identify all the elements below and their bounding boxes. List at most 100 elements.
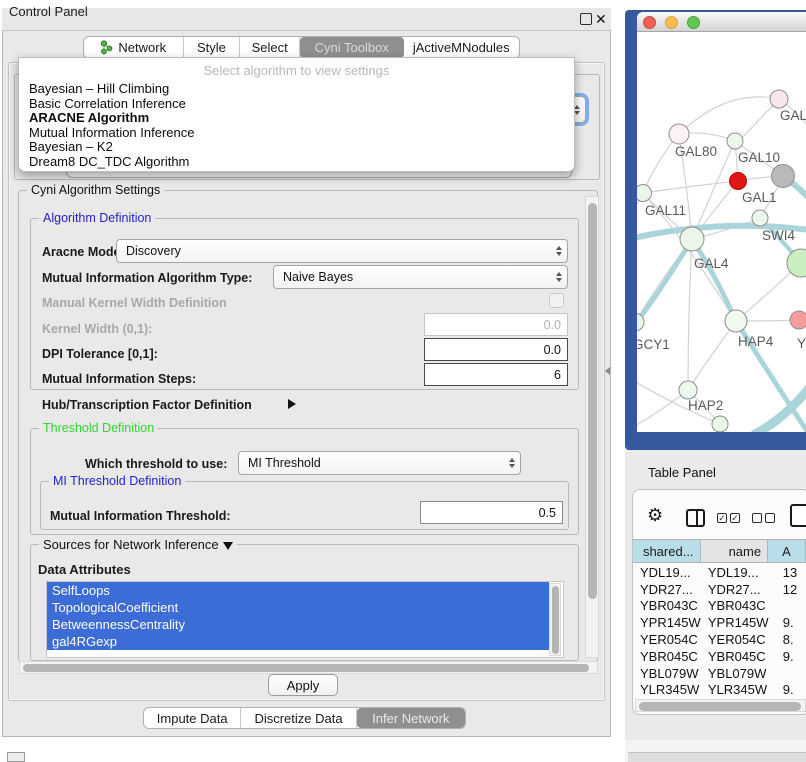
attributes-list-scrollbar[interactable] bbox=[549, 583, 561, 656]
mi-threshold-field[interactable]: 0.5 bbox=[420, 501, 563, 524]
attribute-item[interactable]: gal4RGexp bbox=[47, 633, 549, 650]
table-row[interactable]: YER054CYER054C8. bbox=[633, 631, 806, 648]
network-node[interactable] bbox=[712, 416, 728, 432]
dropdown-item-dream8-dc-tdc-algorithm[interactable]: Dream8 DC_TDC Algorithm bbox=[19, 155, 574, 170]
expand-right-icon[interactable] bbox=[288, 399, 296, 409]
close-traffic-light-icon[interactable] bbox=[643, 16, 656, 29]
dropdown-item-bayesian-hill-climbing[interactable]: Bayesian – Hill Climbing bbox=[19, 82, 574, 97]
combo-arrows-icon bbox=[556, 246, 562, 256]
deselect-all-icon[interactable] bbox=[752, 513, 775, 523]
table-cell: YBL079W bbox=[633, 666, 701, 681]
network-node-gal10[interactable] bbox=[727, 133, 743, 149]
network-node-label: GAL8 bbox=[780, 108, 806, 123]
table-cell: YPR145W bbox=[633, 615, 701, 630]
settings-vertical-scrollbar[interactable] bbox=[585, 196, 599, 658]
network-node-gal1[interactable] bbox=[730, 173, 747, 190]
manual-kernel-checkbox[interactable] bbox=[549, 293, 564, 308]
tab-label: Network bbox=[118, 40, 166, 55]
mini-panel-icon[interactable] bbox=[7, 752, 25, 762]
settings-horizontal-scrollbar[interactable] bbox=[19, 661, 598, 674]
tab-discretize-data[interactable]: Discretize Data bbox=[241, 708, 356, 728]
network-node-y[interactable] bbox=[790, 311, 806, 329]
bottom-right-strip bbox=[628, 752, 806, 762]
network-view-window: GAL8GAL80GAL10GAL1GAL11SWI4GAL4GCY1HAP4Y… bbox=[637, 12, 806, 432]
network-node-gal4[interactable] bbox=[680, 227, 704, 251]
select-all-icon[interactable]: ✓✓ bbox=[717, 513, 740, 523]
tab-infer-network[interactable]: Infer Network bbox=[357, 708, 465, 728]
table-cell: YER054C bbox=[701, 632, 769, 647]
network-node-gal80[interactable] bbox=[669, 124, 689, 144]
network-node-swi4[interactable] bbox=[752, 210, 768, 226]
column-header-name[interactable]: name bbox=[701, 540, 769, 562]
table-row[interactable]: YLR345WYLR345W9. bbox=[633, 682, 806, 699]
dropdown-item-mutual-information-inference[interactable]: Mutual Information Inference bbox=[19, 126, 574, 141]
table-row[interactable]: YDL19...YDL19...13 bbox=[633, 564, 806, 581]
kernel-width-field[interactable]: 0.0 bbox=[424, 313, 568, 336]
tab-label: Select bbox=[252, 40, 288, 55]
table-cell: YDL19... bbox=[633, 565, 701, 580]
splitter-collapse-icon[interactable] bbox=[605, 367, 610, 375]
table-row[interactable]: YBR045CYBR045C9. bbox=[633, 648, 806, 665]
columns-icon[interactable] bbox=[686, 509, 705, 527]
dropdown-item-aracne-algorithm[interactable]: ARACNE Algorithm bbox=[19, 111, 574, 126]
tab-select[interactable]: Select bbox=[240, 37, 300, 58]
attribute-item[interactable]: BetweennessCentrality bbox=[47, 616, 549, 633]
screenshot-root: Control Panel ✕ Network Style Select Cyni T… bbox=[0, 0, 806, 762]
tab-style[interactable]: Style bbox=[184, 37, 241, 58]
float-window-icon[interactable] bbox=[580, 13, 592, 25]
network-node[interactable] bbox=[772, 165, 795, 188]
mi-type-combo[interactable]: Naive Bayes bbox=[273, 265, 568, 289]
network-node-gal11[interactable] bbox=[637, 185, 652, 202]
network-node-hap4[interactable] bbox=[725, 310, 747, 332]
table-cell: 9. bbox=[769, 649, 806, 664]
column-header-shared-[interactable]: shared... bbox=[633, 540, 701, 562]
column-header-a[interactable]: A bbox=[768, 540, 806, 562]
table-cell: YLR345W bbox=[701, 682, 769, 697]
hub-section-label[interactable]: Hub/Transcription Factor Definition bbox=[42, 398, 252, 412]
network-edge bbox=[637, 390, 688, 428]
table-row[interactable]: YBL079WYBL079W bbox=[633, 665, 806, 682]
tab-network[interactable]: Network bbox=[84, 37, 184, 58]
collapse-down-icon[interactable] bbox=[223, 542, 233, 550]
gear-icon[interactable]: ⚙ bbox=[647, 505, 663, 526]
scrollbar-thumb[interactable] bbox=[588, 203, 597, 599]
data-attributes-list[interactable]: SelfLoopsTopologicalCoefficientBetweenne… bbox=[46, 581, 564, 658]
network-node-hap2[interactable] bbox=[679, 381, 697, 399]
table-horizontal-scrollbar[interactable] bbox=[635, 699, 806, 712]
scrollbar-thumb[interactable] bbox=[23, 664, 589, 672]
mi-steps-field[interactable]: 6 bbox=[424, 363, 568, 386]
sources-title[interactable]: Sources for Network Inference bbox=[39, 537, 237, 552]
function-builder-icon[interactable] bbox=[790, 504, 806, 527]
dpi-tolerance-field[interactable]: 0.0 bbox=[424, 338, 568, 361]
apply-button[interactable]: Apply bbox=[268, 674, 338, 696]
close-icon[interactable]: ✕ bbox=[595, 11, 607, 27]
network-canvas[interactable]: GAL8GAL80GAL10GAL1GAL11SWI4GAL4GCY1HAP4Y… bbox=[637, 32, 806, 432]
tab-jactivemnodules[interactable]: jActiveMNodules bbox=[404, 37, 519, 58]
scrollbar-thumb[interactable] bbox=[552, 586, 559, 654]
network-node-label: SWI4 bbox=[762, 228, 795, 243]
minimize-traffic-light-icon[interactable] bbox=[665, 16, 678, 29]
table-cell: 8. bbox=[769, 632, 806, 647]
mi-threshold-definition-title: MI Threshold Definition bbox=[49, 474, 185, 488]
table-row[interactable]: YDR27...YDR27...12 bbox=[633, 581, 806, 598]
scrollbar-thumb[interactable] bbox=[639, 702, 801, 711]
attribute-item[interactable]: TopologicalCoefficient bbox=[47, 599, 549, 616]
network-node[interactable] bbox=[770, 90, 788, 108]
network-node-label: GAL80 bbox=[675, 144, 717, 159]
tab-impute-data[interactable]: Impute Data bbox=[144, 708, 241, 728]
dropdown-item-basic-correlation-inference[interactable]: Basic Correlation Inference bbox=[19, 97, 574, 112]
network-window-titlebar bbox=[637, 12, 806, 32]
table-row[interactable]: YBR043CYBR043C bbox=[633, 598, 806, 615]
dropdown-item-bayesian-k2[interactable]: Bayesian – K2 bbox=[19, 140, 574, 155]
control-panel-title: Control Panel bbox=[9, 4, 88, 19]
zoom-traffic-light-icon[interactable] bbox=[687, 16, 700, 29]
data-attributes-label: Data Attributes bbox=[38, 562, 131, 577]
table-row[interactable]: YPR145WYPR145W9. bbox=[633, 614, 806, 631]
combo-arrows-icon bbox=[556, 272, 562, 282]
aracne-mode-combo[interactable]: Discovery bbox=[116, 239, 568, 263]
tab-cyni-toolbox[interactable]: Cyni Toolbox bbox=[300, 37, 404, 58]
table-cell: YDL19... bbox=[701, 565, 769, 580]
table-cell: YBR045C bbox=[633, 649, 701, 664]
which-threshold-combo[interactable]: MI Threshold bbox=[238, 451, 521, 475]
attribute-item[interactable]: SelfLoops bbox=[47, 582, 549, 599]
